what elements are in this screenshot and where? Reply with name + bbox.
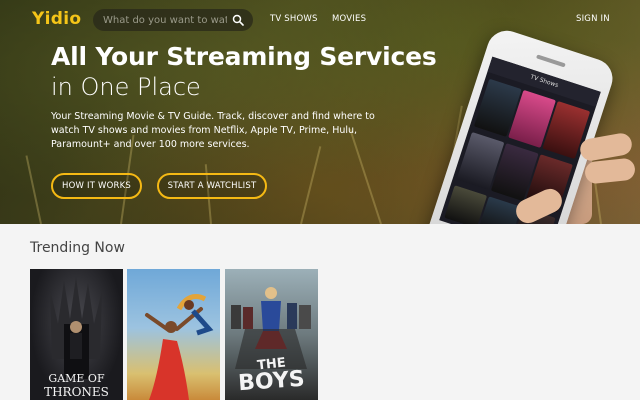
yidio-logo[interactable]: Yidio bbox=[32, 9, 81, 29]
start-watchlist-button[interactable]: START A WATCHLIST bbox=[157, 173, 267, 199]
top-nav: Yidio TV SHOWS MOVIES SIGN IN bbox=[0, 0, 640, 40]
dancers-art bbox=[145, 294, 214, 400]
poster-title-line2: THRONES bbox=[44, 385, 109, 399]
search-input[interactable] bbox=[103, 12, 227, 28]
phone-speaker bbox=[536, 54, 566, 68]
trending-title: Trending Now bbox=[30, 240, 125, 256]
sign-in-link[interactable]: SIGN IN bbox=[576, 14, 610, 24]
poster-the-boys[interactable]: THE BOYS bbox=[225, 269, 318, 400]
poster-movie-2[interactable] bbox=[127, 269, 220, 400]
search-icon[interactable] bbox=[232, 14, 244, 26]
hero-subtitle: in One Place bbox=[51, 73, 201, 101]
hero-description: Your Streaming Movie & TV Guide. Track, … bbox=[51, 111, 375, 150]
nav-movies[interactable]: MOVIES bbox=[332, 14, 366, 24]
poster-game-of-thrones[interactable]: GAME OF THRONES bbox=[30, 269, 123, 400]
poster-title-line1: GAME OF bbox=[48, 372, 105, 385]
how-it-works-button[interactable]: HOW IT WORKS bbox=[51, 173, 142, 199]
nav-tv-shows[interactable]: TV SHOWS bbox=[270, 14, 318, 24]
search-box[interactable] bbox=[93, 9, 253, 31]
hero-title: All Your Streaming Services bbox=[51, 42, 437, 71]
